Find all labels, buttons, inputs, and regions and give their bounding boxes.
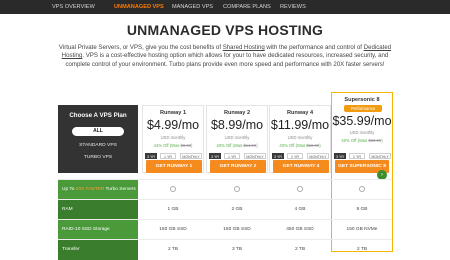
price-unit: USD monthly [287, 135, 313, 140]
ram-cell: 2 GB [231, 207, 243, 212]
plan-price: $4.99/mo [146, 118, 200, 132]
pricing-table: Choose A VPS Plan ALL STANDARD VPS TURBO… [58, 91, 393, 260]
plan-card-runway-4: Runway 4 $11.99/mo USD monthly 40% Off (… [269, 105, 331, 173]
ram-cell: 4 GB [294, 207, 306, 212]
transfer-cell: 2 TB [356, 247, 368, 252]
discount-text: 44% Off (Was $8.99) [153, 143, 193, 148]
get-runway-4-button[interactable]: GET RUNWAY 4 [273, 160, 329, 173]
feature-row-turbo: Up To 20X FASTER Turbo Servers [58, 179, 393, 200]
nav-managed-vps[interactable]: MANAGED VPS [172, 0, 213, 14]
plan-price: $8.99/mo [210, 118, 264, 132]
plan-selector-title: Choose A VPS Plan [69, 112, 127, 119]
plan-name: Supersonic 8 [344, 97, 380, 103]
term-3yr-option[interactable]: 3 YR [272, 153, 284, 159]
discount-text: 40% Off (Was $59.99) [341, 138, 383, 143]
get-runway-1-button[interactable]: GET RUNWAY 1 [146, 160, 202, 173]
term-1yr-option[interactable]: 1 YR [349, 153, 365, 159]
storage-cell: 150 GB SSD [223, 227, 251, 232]
not-included-icon [234, 185, 240, 192]
page-title: UNMANAGED VPS HOSTING [126, 22, 324, 38]
feature-label-transfer: Transfer [58, 240, 138, 260]
transfer-cell: 3 TB [231, 247, 243, 252]
term-3yr-option[interactable]: 3 YR [334, 153, 346, 159]
transfer-cell: 2 TB [167, 247, 179, 252]
term-monthly-option[interactable]: MONTHLY [180, 153, 202, 159]
term-monthly-option[interactable]: MONTHLY [307, 153, 329, 159]
plan-selector: Choose A VPS Plan ALL STANDARD VPS TURBO… [58, 105, 138, 173]
get-runway-2-button[interactable]: GET RUNWAY 2 [210, 160, 266, 173]
plan-name: Runway 4 [286, 110, 314, 116]
shared-hosting-link[interactable]: Shared Hosting [223, 44, 265, 51]
storage-cell: 150 GB NVMe [346, 227, 378, 232]
feature-label-ram: RAM [58, 200, 138, 220]
intro-text-3: . VPS is a cost-effective hosting option… [65, 52, 389, 68]
not-included-icon [297, 185, 303, 192]
intro-paragraph: Virtual Private Servers, or VPS, give yo… [58, 44, 392, 69]
term-3yr-option[interactable]: 3 YR [145, 153, 157, 159]
price-unit: USD monthly [224, 135, 250, 140]
feature-row-transfer: Transfer 2 TB 3 TB 2 TB 2 TB [58, 239, 392, 260]
performance-badge: Performance [344, 105, 382, 112]
not-included-icon [170, 185, 176, 192]
feature-label-turbo: Up To 20X FASTER Turbo Servers [58, 180, 138, 200]
term-1yr-option[interactable]: 1 YR [287, 153, 303, 159]
term-monthly-option[interactable]: MONTHLY [244, 153, 266, 159]
top-nav: VPS OVERVIEW UNMANAGED VPS MANAGED VPS C… [0, 0, 450, 14]
plan-price: $35.99/mo [332, 114, 392, 128]
plan-name: Runway 2 [223, 110, 251, 116]
storage-cell: 450 GB SSD [286, 227, 314, 232]
turbo-cell-runway-4 [269, 180, 331, 200]
turbo-cell-runway-2 [206, 180, 268, 200]
transfer-cell: 2 TB [294, 247, 306, 252]
term-3yr-option[interactable]: 3 YR [209, 153, 221, 159]
plan-price: $11.99/mo [270, 118, 330, 132]
price-unit: USD monthly [160, 135, 186, 140]
ram-cell: 8 GB [356, 207, 368, 212]
ram-cell: 1 GB [167, 207, 179, 212]
original-price: $19.99 [306, 143, 320, 148]
filter-all-button[interactable]: ALL [72, 127, 124, 136]
plan-name: Runway 1 [159, 110, 187, 116]
original-price: $59.99 [368, 138, 382, 143]
plan-card-runway-2: Runway 2 $8.99/mo USD monthly 40% Off (W… [206, 105, 268, 173]
plan-card-runway-1: Runway 1 $4.99/mo USD monthly 44% Off (W… [142, 105, 204, 173]
nav-vps-overview[interactable]: VPS OVERVIEW [52, 0, 95, 14]
price-unit: USD monthly [349, 130, 375, 135]
turbo-cell-runway-1 [142, 180, 204, 200]
discount-text: 40% Off (Was $19.99) [279, 143, 321, 148]
term-1yr-option[interactable]: 1 YR [160, 153, 176, 159]
discount-text: 40% Off (Was $14.99) [216, 143, 258, 148]
original-price: $14.99 [243, 143, 257, 148]
nav-unmanaged-vps[interactable]: UNMANAGED VPS [114, 0, 164, 14]
nav-compare-plans[interactable]: COMPARE PLANS [223, 0, 271, 14]
term-monthly-option[interactable]: MONTHLY [369, 153, 391, 159]
intro-text-2: with the performance and control of [264, 44, 364, 51]
turbo-cell-supersonic-8 [331, 180, 393, 200]
term-1yr-option[interactable]: 1 YR [224, 153, 240, 159]
intro-text-1: Virtual Private Servers, or VPS, give yo… [58, 44, 223, 51]
feature-row-storage: RAID-10 SSD Storage 150 GB SSD 150 GB SS… [58, 219, 392, 240]
not-included-icon [359, 185, 365, 192]
storage-cell: 150 GB SSD [159, 227, 187, 232]
feature-label-storage: RAID-10 SSD Storage [58, 220, 138, 240]
nav-reviews[interactable]: REVIEWS [280, 0, 306, 14]
filter-turbo-vps[interactable]: TURBO VPS [58, 155, 138, 160]
filter-standard-vps[interactable]: STANDARD VPS [58, 143, 138, 148]
feature-row-ram: RAM 1 GB 2 GB 4 GB 8 GB [58, 199, 392, 220]
original-price: $8.99 [180, 143, 192, 148]
